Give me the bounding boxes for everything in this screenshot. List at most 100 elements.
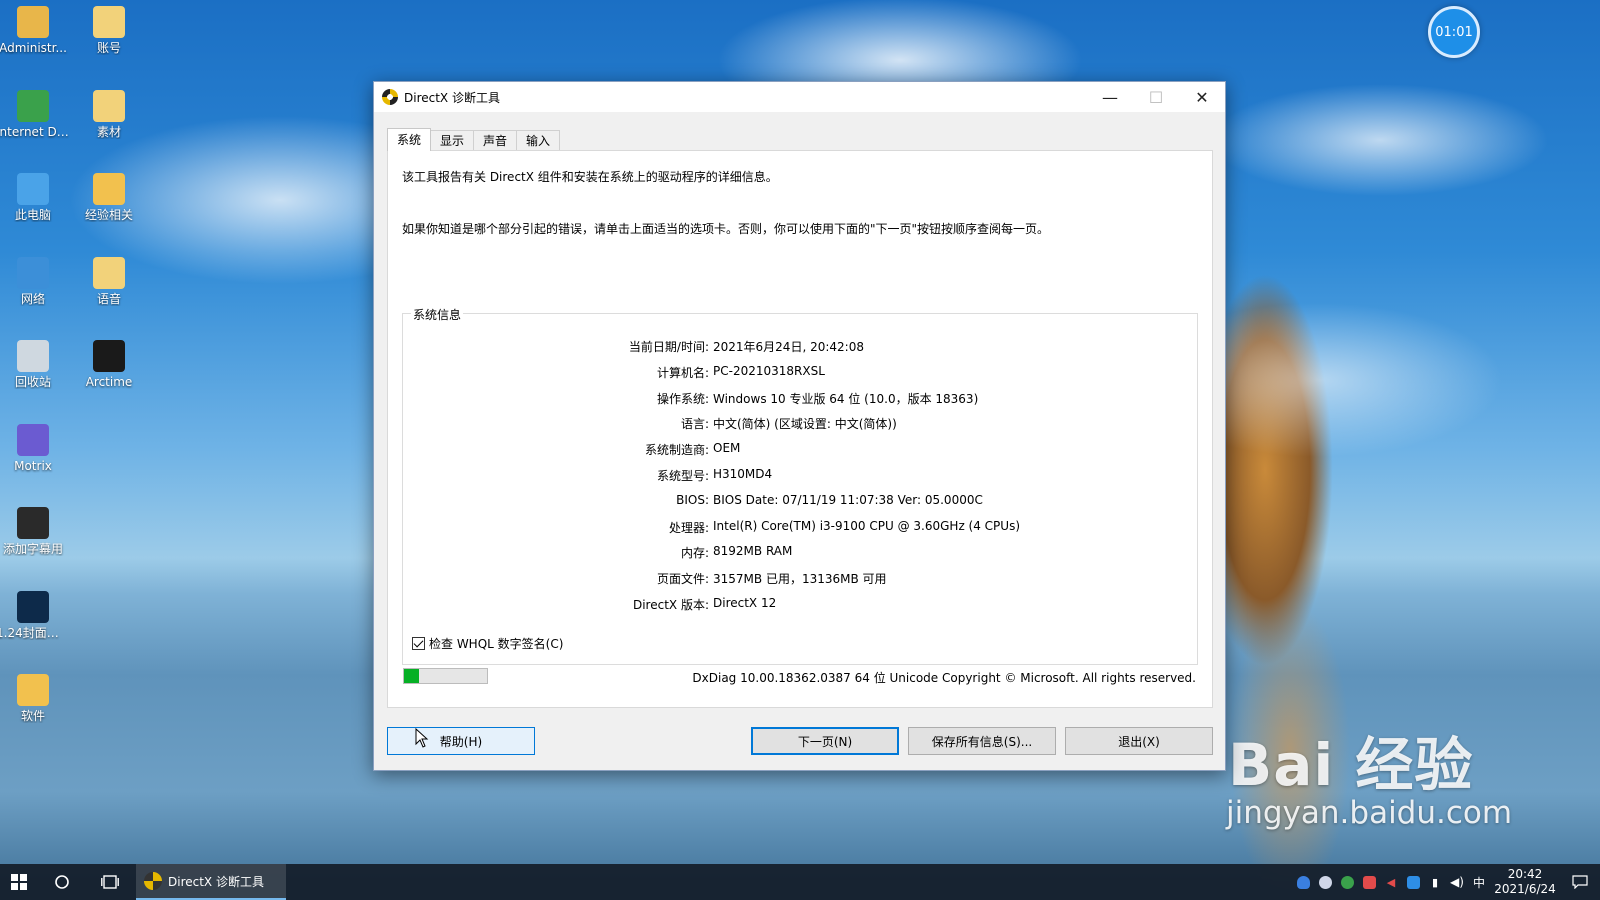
whql-checkbox-row[interactable]: 检查 WHQL 数字签名(C) [412,635,563,652]
info-key: 语言: [680,417,709,432]
maximize-button[interactable]: ☐ [1133,82,1179,112]
close-button[interactable]: ✕ [1179,82,1225,112]
security-tray-icon[interactable] [1358,864,1380,900]
watermark-brand: Bai 经验 [1228,731,1474,799]
desktop-icon[interactable]: 账号 [72,6,146,55]
save-all-info-button[interactable]: 保存所有信息(S)... [908,727,1056,755]
baidu-watermark: Bai 经验 jingyan.baidu.com [1226,731,1513,831]
motrix-icon [17,423,49,456]
tab-system[interactable]: 系统 [387,128,432,151]
desktop-icon[interactable]: Internet Downlo... [0,89,70,139]
directx-icon [144,872,162,890]
shield-icon[interactable] [1292,864,1314,900]
desktop-icon[interactable]: 此电脑 [0,173,70,222]
title-bar[interactable]: DirectX 诊断工具 — ☐ ✕ [374,82,1225,112]
desktop-icon[interactable]: 网络 [0,256,70,306]
taskbar: DirectX 诊断工具 ◀ ▮ ◀) 中 20:42 2021/6/24 [0,864,1600,900]
desktop-icon-label: 软件 [20,709,45,723]
arctime-icon [93,340,125,372]
system-info-group: 系统信息 当前日期/时间: 2021年6月24日, 20:42:08 计算机名: PC… [402,306,1199,665]
desktop-icon[interactable]: Administr... [0,6,70,55]
desktop-icon[interactable]: 语音 [72,256,146,306]
info-value: H310MD4 [713,467,773,481]
network-icon [17,256,49,289]
dxdiag-window: DirectX 诊断工具 — ☐ ✕ 系统 显示 声音 输入 该工具报告有关 D… [373,81,1226,771]
desktop-icon[interactable]: Arctime [72,340,146,389]
mouse-cursor-icon [415,728,429,748]
info-value: 3157MB 已用，13136MB 可用 [713,572,887,587]
window-title: DirectX 诊断工具 [404,90,500,105]
window-controls: — ☐ ✕ [1087,82,1225,112]
desktop-icon-label: 账号 [96,41,121,55]
next-page-button[interactable]: 下一页(N) [751,727,899,755]
info-row: 系统型号: H310MD4 [403,467,1199,485]
info-key: 系统制造商: [644,443,709,458]
info-row: 处理器: Intel(R) Core(TM) i3-9100 CPU @ 3.60… [403,519,1199,537]
tab-sound[interactable]: 声音 [473,130,518,151]
search-circle-icon [55,875,69,889]
info-value: OEM [713,441,741,456]
user-folder-icon [17,6,49,38]
info-row: 当前日期/时间: 2021年6月24日, 20:42:08 [403,338,1199,356]
document-icon [93,6,125,38]
info-row: 操作系统: Windows 10 专业版 64 位 (10.0，版本 18363) [403,390,1199,408]
desktop-icon[interactable]: Motrix [0,423,70,473]
whql-checkbox[interactable] [412,637,425,650]
task-view-button[interactable] [86,864,134,900]
info-key: BIOS: [676,492,709,507]
timer-bubble[interactable]: 01:01 [1428,6,1480,58]
desktop-icon[interactable]: 素材 [72,89,146,139]
minimize-button[interactable]: — [1087,82,1133,112]
desktop-icon-label: Internet Downlo... [0,124,70,139]
help-button[interactable]: 帮助(H) [387,727,535,755]
notification-icon[interactable] [1560,864,1600,900]
volume-icon[interactable]: ◀) [1446,864,1468,900]
info-key: 页面文件: [656,572,709,587]
progress-bar [403,668,488,684]
taskbar-app-dxdiag[interactable]: DirectX 诊断工具 [136,864,286,900]
desktop-icon[interactable]: 经验相关 [72,173,146,222]
microphone-icon[interactable]: ▮ [1424,864,1446,900]
system-tab-panel: 该工具报告有关 DirectX 组件和安装在系统上的驱动程序的详细信息。 如果你… [387,150,1213,708]
info-value: PC-20210318RXSL [713,363,825,378]
spreadsheet-icon [93,256,125,289]
info-value: DirectX 12 [713,596,777,610]
whql-label[interactable]: 检查 WHQL 数字签名(C) [429,635,563,652]
info-key: 计算机名: [656,365,709,380]
network-globe-icon[interactable] [1336,864,1358,900]
desktop-icon[interactable]: 回收站 [0,340,70,389]
search-button[interactable] [38,864,86,900]
exit-button[interactable]: 退出(X) [1065,727,1213,755]
watermark-site: jingyan.baidu.com [1226,795,1513,831]
desktop-icon-label: 素材 [96,124,121,139]
internet-download-manager-icon [17,89,49,122]
desktop-icon-label: 1.24封面模板 [0,625,70,640]
shortcut-icon [17,507,49,539]
desktop-icon-label: 此电脑 [14,208,51,222]
info-key: 内存: [680,546,709,561]
info-row: DirectX 版本: DirectX 12 [403,596,1199,614]
app-tray-icon[interactable] [1314,864,1336,900]
folder-icon [17,674,49,706]
desktop-icon[interactable]: 软件 [0,674,70,723]
bluetooth-icon[interactable] [1402,864,1424,900]
desktop-icon[interactable]: 添加字幕用 [0,507,70,556]
info-row: 内存: 8192MB RAM [403,544,1199,562]
tab-input[interactable]: 输入 [516,130,561,151]
info-key: 系统型号: [656,469,709,483]
taskbar-clock[interactable]: 20:42 2021/6/24 [1490,867,1560,897]
desktop-icon-label: 添加字幕用 [2,542,63,556]
desktop-icon-label: Motrix [14,458,52,473]
start-button[interactable] [0,864,38,900]
arrow-tray-icon[interactable]: ◀ [1380,864,1402,900]
desktop-icon-label: 语音 [96,291,121,306]
info-key: DirectX 版本: [632,598,709,612]
group-title: 系统信息 [411,306,464,323]
desktop-icon-label: 网络 [20,291,45,306]
info-key: 操作系统: [656,391,709,406]
tab-display[interactable]: 显示 [430,130,475,151]
copyright-text: DxDiag 10.00.18362.0387 64 位 Unicode Cop… [692,671,1196,685]
desktop-icon[interactable]: 1.24封面模板 [0,590,70,640]
info-value: BIOS Date: 07/11/19 11:07:38 Ver: 05.000… [713,492,983,507]
ime-indicator[interactable]: 中 [1468,864,1490,900]
